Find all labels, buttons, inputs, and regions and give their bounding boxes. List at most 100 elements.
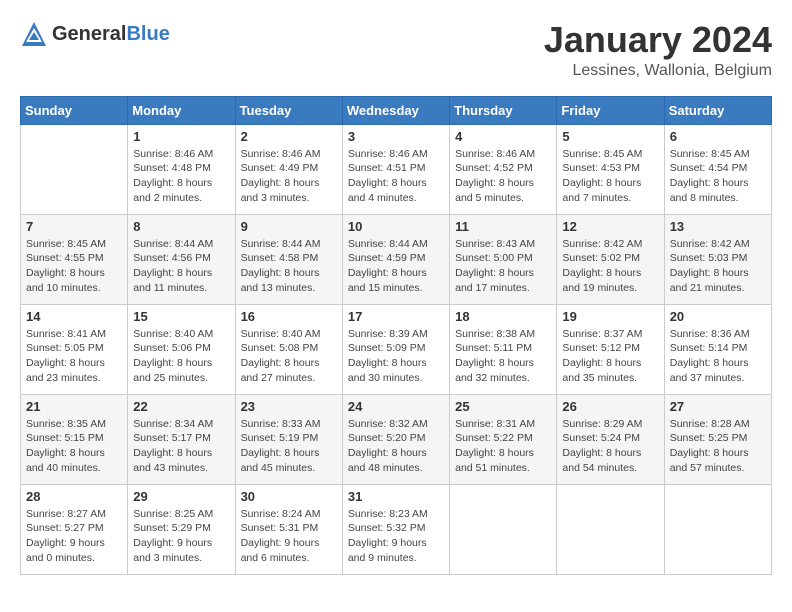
day-number: 21 — [26, 399, 122, 414]
calendar-cell: 3Sunrise: 8:46 AMSunset: 4:51 PMDaylight… — [342, 124, 449, 214]
day-number: 18 — [455, 309, 551, 324]
day-detail: Sunrise: 8:44 AMSunset: 4:56 PMDaylight:… — [133, 237, 229, 296]
day-number: 8 — [133, 219, 229, 234]
day-header-saturday: Saturday — [664, 96, 771, 124]
day-detail: Sunrise: 8:36 AMSunset: 5:14 PMDaylight:… — [670, 327, 766, 386]
day-number: 27 — [670, 399, 766, 414]
day-detail: Sunrise: 8:31 AMSunset: 5:22 PMDaylight:… — [455, 417, 551, 476]
calendar-cell — [664, 484, 771, 574]
logo-general: General — [52, 23, 126, 45]
day-detail: Sunrise: 8:27 AMSunset: 5:27 PMDaylight:… — [26, 507, 122, 566]
day-detail: Sunrise: 8:25 AMSunset: 5:29 PMDaylight:… — [133, 507, 229, 566]
day-detail: Sunrise: 8:42 AMSunset: 5:02 PMDaylight:… — [562, 237, 658, 296]
logo-blue: Blue — [126, 23, 169, 45]
title-section: January 2024 Lessines, Wallonia, Belgium — [544, 20, 772, 80]
day-detail: Sunrise: 8:45 AMSunset: 4:53 PMDaylight:… — [562, 147, 658, 206]
day-detail: Sunrise: 8:43 AMSunset: 5:00 PMDaylight:… — [455, 237, 551, 296]
calendar-table: SundayMondayTuesdayWednesdayThursdayFrid… — [20, 96, 772, 575]
day-detail: Sunrise: 8:24 AMSunset: 5:31 PMDaylight:… — [241, 507, 337, 566]
day-detail: Sunrise: 8:28 AMSunset: 5:25 PMDaylight:… — [670, 417, 766, 476]
day-detail: Sunrise: 8:46 AMSunset: 4:48 PMDaylight:… — [133, 147, 229, 206]
day-number: 6 — [670, 129, 766, 144]
day-detail: Sunrise: 8:33 AMSunset: 5:19 PMDaylight:… — [241, 417, 337, 476]
calendar-cell: 2Sunrise: 8:46 AMSunset: 4:49 PMDaylight… — [235, 124, 342, 214]
day-number: 12 — [562, 219, 658, 234]
day-header-thursday: Thursday — [450, 96, 557, 124]
day-detail: Sunrise: 8:46 AMSunset: 4:52 PMDaylight:… — [455, 147, 551, 206]
calendar-cell: 25 Sunrise: 8:31 AMSunset: 5:22 PMDayligh… — [450, 394, 557, 484]
day-number: 15 — [133, 309, 229, 324]
day-number: 14 — [26, 309, 122, 324]
day-number: 26 — [562, 399, 658, 414]
calendar-cell: 12 Sunrise: 8:42 AMSunset: 5:02 PMDayligh… — [557, 214, 664, 304]
day-header-wednesday: Wednesday — [342, 96, 449, 124]
calendar-cell: 17 Sunrise: 8:39 AMSunset: 5:09 PMDayligh… — [342, 304, 449, 394]
day-detail: Sunrise: 8:23 AMSunset: 5:32 PMDaylight:… — [348, 507, 444, 566]
day-number: 25 — [455, 399, 551, 414]
day-number: 20 — [670, 309, 766, 324]
day-number: 31 — [348, 489, 444, 504]
calendar-cell: 28Sunrise: 8:27 AMSunset: 5:27 PMDayligh… — [21, 484, 128, 574]
day-detail: Sunrise: 8:38 AMSunset: 5:11 PMDaylight:… — [455, 327, 551, 386]
calendar-week-row: 28Sunrise: 8:27 AMSunset: 5:27 PMDayligh… — [21, 484, 772, 574]
calendar-cell: 7Sunrise: 8:45 AMSunset: 4:55 PMDaylight… — [21, 214, 128, 304]
day-number: 4 — [455, 129, 551, 144]
day-number: 13 — [670, 219, 766, 234]
calendar-week-row: 1 Sunrise: 8:46 AMSunset: 4:48 PMDaylight… — [21, 124, 772, 214]
day-number: 16 — [241, 309, 337, 324]
day-number: 3 — [348, 129, 444, 144]
day-number: 24 — [348, 399, 444, 414]
calendar-cell: 20 Sunrise: 8:36 AMSunset: 5:14 PMDayligh… — [664, 304, 771, 394]
calendar-cell: 6Sunrise: 8:45 AMSunset: 4:54 PMDaylight… — [664, 124, 771, 214]
calendar-cell: 31 Sunrise: 8:23 AMSunset: 5:32 PMDayligh… — [342, 484, 449, 574]
day-number: 5 — [562, 129, 658, 144]
day-detail: Sunrise: 8:40 AMSunset: 5:06 PMDaylight:… — [133, 327, 229, 386]
logo-text: GeneralBlue — [52, 23, 170, 46]
day-detail: Sunrise: 8:35 AMSunset: 5:15 PMDaylight:… — [26, 417, 122, 476]
month-year-title: January 2024 — [544, 20, 772, 60]
day-number: 11 — [455, 219, 551, 234]
logo: GeneralBlue — [20, 20, 170, 48]
calendar-header-row: SundayMondayTuesdayWednesdayThursdayFrid… — [21, 96, 772, 124]
day-number: 30 — [241, 489, 337, 504]
location-subtitle: Lessines, Wallonia, Belgium — [544, 62, 772, 80]
day-number: 1 — [133, 129, 229, 144]
day-detail: Sunrise: 8:39 AMSunset: 5:09 PMDaylight:… — [348, 327, 444, 386]
day-number: 9 — [241, 219, 337, 234]
day-number: 10 — [348, 219, 444, 234]
day-detail: Sunrise: 8:40 AMSunset: 5:08 PMDaylight:… — [241, 327, 337, 386]
calendar-cell: 5 Sunrise: 8:45 AMSunset: 4:53 PMDaylight… — [557, 124, 664, 214]
day-detail: Sunrise: 8:44 AMSunset: 4:59 PMDaylight:… — [348, 237, 444, 296]
day-number: 7 — [26, 219, 122, 234]
calendar-cell: 21 Sunrise: 8:35 AMSunset: 5:15 PMDayligh… — [21, 394, 128, 484]
calendar-cell: 26Sunrise: 8:29 AMSunset: 5:24 PMDayligh… — [557, 394, 664, 484]
day-header-sunday: Sunday — [21, 96, 128, 124]
day-number: 29 — [133, 489, 229, 504]
calendar-cell: 8 Sunrise: 8:44 AMSunset: 4:56 PMDaylight… — [128, 214, 235, 304]
day-number: 17 — [348, 309, 444, 324]
calendar-cell: 29 Sunrise: 8:25 AMSunset: 5:29 PMDayligh… — [128, 484, 235, 574]
calendar-cell: 16 Sunrise: 8:40 AMSunset: 5:08 PMDayligh… — [235, 304, 342, 394]
calendar-cell: 30 Sunrise: 8:24 AMSunset: 5:31 PMDayligh… — [235, 484, 342, 574]
calendar-cell: 14 Sunrise: 8:41 AMSunset: 5:05 PMDayligh… — [21, 304, 128, 394]
day-detail: Sunrise: 8:46 AMSunset: 4:49 PMDaylight:… — [241, 147, 337, 206]
calendar-week-row: 14 Sunrise: 8:41 AMSunset: 5:05 PMDayligh… — [21, 304, 772, 394]
day-detail: Sunrise: 8:42 AMSunset: 5:03 PMDaylight:… — [670, 237, 766, 296]
calendar-cell: 1 Sunrise: 8:46 AMSunset: 4:48 PMDaylight… — [128, 124, 235, 214]
calendar-cell: 24 Sunrise: 8:32 AMSunset: 5:20 PMDayligh… — [342, 394, 449, 484]
day-detail: Sunrise: 8:34 AMSunset: 5:17 PMDaylight:… — [133, 417, 229, 476]
logo-icon — [20, 20, 48, 48]
calendar-cell: 13 Sunrise: 8:42 AMSunset: 5:03 PMDayligh… — [664, 214, 771, 304]
calendar-cell: 9 Sunrise: 8:44 AMSunset: 4:58 PMDaylight… — [235, 214, 342, 304]
day-number: 22 — [133, 399, 229, 414]
day-number: 19 — [562, 309, 658, 324]
calendar-cell: 18 Sunrise: 8:38 AMSunset: 5:11 PMDayligh… — [450, 304, 557, 394]
day-number: 23 — [241, 399, 337, 414]
calendar-cell: 27 Sunrise: 8:28 AMSunset: 5:25 PMDayligh… — [664, 394, 771, 484]
day-detail: Sunrise: 8:32 AMSunset: 5:20 PMDaylight:… — [348, 417, 444, 476]
calendar-week-row: 21 Sunrise: 8:35 AMSunset: 5:15 PMDayligh… — [21, 394, 772, 484]
calendar-cell: 23 Sunrise: 8:33 AMSunset: 5:19 PMDayligh… — [235, 394, 342, 484]
day-detail: Sunrise: 8:41 AMSunset: 5:05 PMDaylight:… — [26, 327, 122, 386]
calendar-cell: 11 Sunrise: 8:43 AMSunset: 5:00 PMDayligh… — [450, 214, 557, 304]
day-detail: Sunrise: 8:44 AMSunset: 4:58 PMDaylight:… — [241, 237, 337, 296]
